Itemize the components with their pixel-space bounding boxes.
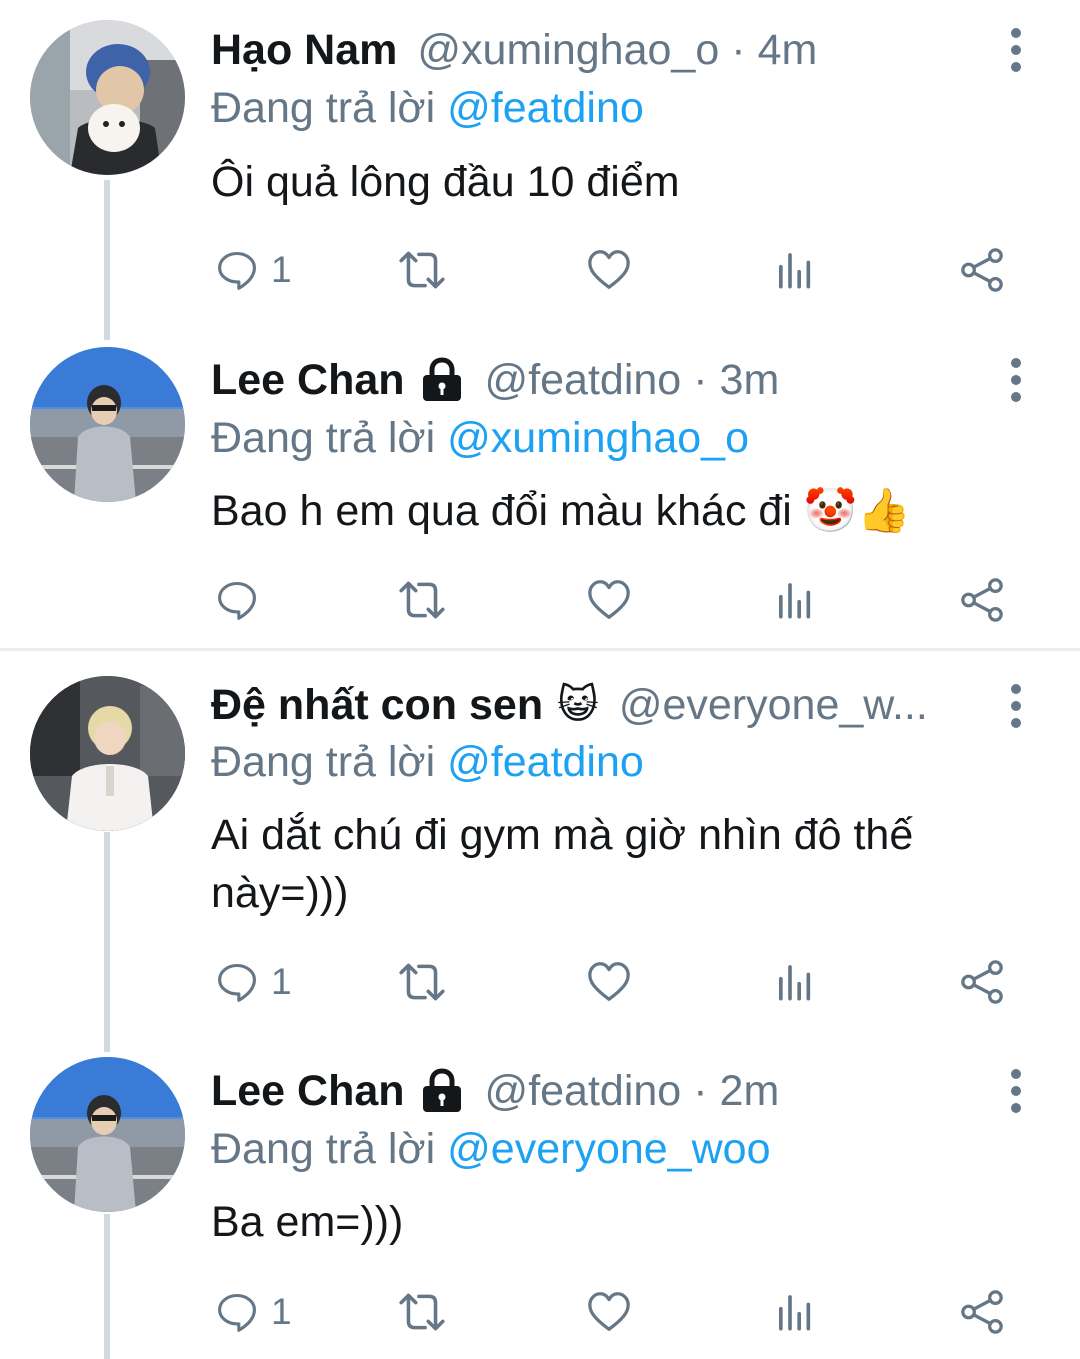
share-button[interactable] (959, 1282, 1005, 1342)
reply-count: 1 (271, 961, 292, 1002)
action-bar: 1 (211, 1282, 1021, 1342)
like-button[interactable] (586, 240, 632, 300)
replying-to-label: Đang trả lời (211, 84, 436, 132)
like-icon (586, 247, 632, 293)
share-icon (959, 1289, 1005, 1335)
display-name[interactable]: Đệ nhất con sen (211, 675, 543, 735)
reply-button[interactable]: 1 (215, 240, 292, 300)
reply-button[interactable] (215, 570, 271, 630)
retweet-icon (397, 245, 447, 295)
cat-emoji-icon: 😺 (557, 683, 599, 727)
mention-link[interactable]: @everyone_woo (447, 1125, 770, 1173)
separator-dot: · (731, 26, 746, 74)
retweet-button[interactable] (397, 952, 447, 1012)
replying-to-label: Đang trả lời (211, 1125, 436, 1173)
share-button[interactable] (959, 240, 1005, 300)
thread-line-1 (104, 180, 110, 340)
display-name[interactable]: Lee Chan (211, 350, 405, 410)
reply-icon (215, 1290, 259, 1334)
timestamp[interactable]: 4m (758, 20, 818, 80)
lock-icon (419, 357, 465, 403)
analytics-icon (775, 962, 815, 1002)
timestamp[interactable]: 3m (720, 350, 780, 410)
user-handle[interactable]: @featdino (485, 1061, 682, 1121)
more-icon[interactable] (1006, 358, 1028, 402)
reply-icon (215, 578, 259, 622)
more-icon[interactable] (1006, 1069, 1028, 1113)
mention-link[interactable]: @xuminghao_o (447, 414, 749, 462)
display-name[interactable]: Lee Chan (211, 1061, 405, 1121)
analytics-icon (775, 250, 815, 290)
share-button[interactable] (959, 570, 1005, 630)
like-icon (586, 959, 632, 1005)
reply-button[interactable]: 1 (215, 1282, 292, 1342)
avatar[interactable] (30, 347, 185, 502)
action-bar: 1 (211, 240, 1021, 300)
like-icon (586, 577, 632, 623)
retweet-button[interactable] (397, 570, 447, 630)
retweet-icon (397, 1287, 447, 1337)
thread-divider (0, 648, 1080, 651)
share-icon (959, 577, 1005, 623)
share-button[interactable] (959, 952, 1005, 1012)
tweet-text: Ôi quả lông đầu 10 điểm (211, 158, 680, 206)
user-handle[interactable]: @xuminghao_o (417, 20, 719, 80)
share-icon (959, 959, 1005, 1005)
replying-to: Đang trả lời @featdino (211, 732, 644, 792)
mention-link[interactable]: @featdino (447, 738, 644, 786)
avatar[interactable] (30, 676, 185, 831)
analytics-button[interactable] (775, 240, 815, 300)
lock-icon (419, 1068, 465, 1114)
action-bar (211, 570, 1021, 630)
retweet-button[interactable] (397, 1282, 447, 1342)
tweet-text: Bao h em qua đổi màu khác đi 🤡👍 (211, 487, 911, 535)
user-handle[interactable]: @everyone_w... (619, 675, 928, 735)
replying-to: Đang trả lời @featdino (211, 78, 644, 138)
analytics-icon (775, 580, 815, 620)
tweet-header: Hạo Nam @xuminghao_o · 4m (211, 20, 985, 80)
analytics-icon (775, 1292, 815, 1332)
reply-icon (215, 960, 259, 1004)
replying-to: Đang trả lời @xuminghao_o (211, 408, 749, 468)
analytics-button[interactable] (775, 952, 815, 1012)
reply-icon (215, 248, 259, 292)
retweet-icon (397, 575, 447, 625)
like-button[interactable] (586, 1282, 632, 1342)
replying-to: Đang trả lời @everyone_woo (211, 1119, 770, 1179)
separator-dot: · (693, 1067, 708, 1115)
timestamp[interactable]: 2m (720, 1061, 780, 1121)
tweet-text: Ba em=))) (211, 1198, 404, 1246)
analytics-button[interactable] (775, 1282, 815, 1342)
separator-dot: · (693, 356, 708, 404)
thread-line-2 (104, 832, 110, 1052)
mention-link[interactable]: @featdino (447, 84, 644, 132)
replying-to-label: Đang trả lời (211, 414, 436, 462)
thread-line-3 (104, 1214, 110, 1359)
tweet-header: Đệ nhất con sen 😺 @everyone_w... (211, 675, 985, 735)
analytics-button[interactable] (775, 570, 815, 630)
like-button[interactable] (586, 570, 632, 630)
user-handle[interactable]: @featdino (485, 350, 682, 410)
display-name[interactable]: Hạo Nam (211, 20, 397, 80)
replying-to-label: Đang trả lời (211, 738, 436, 786)
reply-button[interactable]: 1 (215, 952, 292, 1012)
avatar[interactable] (30, 1057, 185, 1212)
avatar[interactable] (30, 20, 185, 175)
more-icon[interactable] (1006, 28, 1028, 72)
action-bar: 1 (211, 952, 1021, 1012)
tweet-text: Ai dắt chú đi gym mà giờ nhìn đô thế này… (211, 811, 914, 917)
share-icon (959, 247, 1005, 293)
like-icon (586, 1289, 632, 1335)
tweet-header: Lee Chan @featdino · 2m (211, 1061, 985, 1121)
retweet-icon (397, 957, 447, 1007)
reply-count: 1 (271, 249, 292, 290)
like-button[interactable] (586, 952, 632, 1012)
retweet-button[interactable] (397, 240, 447, 300)
reply-count: 1 (271, 1291, 292, 1332)
tweet-header: Lee Chan @featdino · 3m (211, 350, 985, 410)
more-icon[interactable] (1006, 684, 1028, 728)
